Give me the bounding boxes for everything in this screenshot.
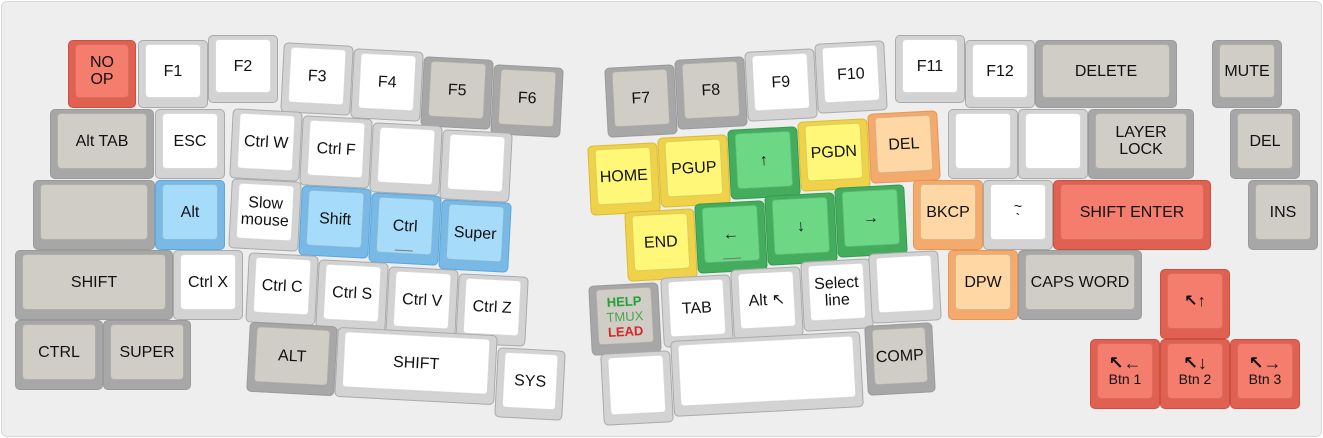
homing-bump (723, 257, 742, 260)
key-blank-5 (868, 250, 942, 324)
key-blank-2 (439, 129, 513, 203)
key-esc: ESC (155, 109, 225, 179)
key-alt-tab: Alt TAB (50, 109, 154, 179)
key-ctrl-c: Ctrl C (245, 252, 319, 326)
btn3-label: Btn 3 (1248, 371, 1282, 387)
key-f9: F9 (744, 48, 818, 122)
key-f4: F4 (350, 48, 424, 122)
key-ins: INS (1248, 180, 1318, 250)
key-ctrl-w: Ctrl W (229, 108, 303, 182)
key-f11: F11 (895, 35, 965, 103)
key-f10: F10 (814, 40, 888, 114)
key-caps-word: CAPS WORD (1018, 250, 1142, 320)
key-del-far: DEL (1230, 109, 1300, 179)
key-blank-4 (1018, 109, 1088, 179)
key-home: HOME (587, 142, 661, 216)
key-btn-3: ↖→ Btn 3 (1230, 339, 1300, 409)
key-no-op: NO OP (68, 40, 136, 108)
key-ctrl-mod: Ctrl (368, 192, 442, 266)
key-tilde: ~ ` (983, 180, 1053, 250)
mouse-down-icon: ↖↓ (1182, 353, 1208, 373)
key-f12: F12 (965, 40, 1035, 108)
key-sys: SYS (494, 347, 566, 421)
key-f3: F3 (280, 42, 354, 116)
key-pgdn: PGDN (797, 118, 871, 192)
key-super-mod: Super (438, 199, 512, 273)
mouse-left-icon: ↖← (1108, 353, 1142, 373)
key-space (670, 331, 864, 417)
key-shift-left: SHIFT (15, 250, 173, 320)
key-mute: MUTE (1212, 40, 1282, 108)
key-shift-thumb: SHIFT (334, 326, 498, 406)
key-super-left: SUPER (103, 320, 191, 390)
key-del: DEL (867, 110, 941, 184)
key-select-line: Select line (800, 258, 874, 332)
key-tab: TAB (660, 274, 734, 348)
key-slow-mouse: Slow mouse (228, 178, 302, 252)
keyboard-layout: NO OP F1 F2 F3 F4 F5 F6 Alt TAB ESC Ctrl… (1, 1, 1322, 437)
key-blank-thumb (600, 350, 674, 426)
key-ctrl-v: Ctrl V (385, 266, 459, 340)
key-alt-cursor: Alt ↖ (730, 266, 804, 340)
key-btn-1: ↖← Btn 1 (1090, 339, 1160, 409)
key-f5: F5 (420, 56, 494, 130)
key-mouse-up: ↖↑ (1160, 269, 1230, 339)
key-bkcp: BKCP (913, 180, 983, 250)
key-f2: F2 (208, 35, 278, 103)
key-pgup: PGUP (657, 134, 731, 208)
key-blank-1 (369, 122, 443, 196)
key-right: → (834, 184, 908, 258)
btn1-label: Btn 1 (1108, 371, 1142, 387)
key-alt: Alt (155, 180, 225, 250)
key-up: ↑ (727, 126, 801, 200)
key-delete: DELETE (1035, 40, 1177, 108)
key-ctrl-s: Ctrl S (315, 259, 389, 333)
key-ctrl-left: CTRL (15, 320, 103, 390)
key-end: END (624, 208, 698, 282)
key-down: ↓ (764, 192, 838, 266)
key-help-tmux-lead: HELP TMUX LEAD (588, 282, 662, 356)
key-blank-wide (33, 180, 155, 250)
key-ctrl-x: Ctrl X (173, 250, 243, 320)
key-alt-thumb: ALT (246, 321, 338, 397)
left-arrow-icon: ← (722, 225, 740, 243)
key-f7: F7 (604, 64, 678, 138)
key-left: ← (694, 200, 768, 274)
key-blank-3 (948, 109, 1018, 179)
btn2-label: Btn 2 (1178, 371, 1212, 387)
key-btn-2: ↖↓ Btn 2 (1160, 339, 1230, 409)
key-shift-enter: SHIFT ENTER (1053, 180, 1211, 250)
homing-bump (394, 249, 413, 252)
key-dpw: DPW (948, 250, 1018, 320)
lead-label: LEAD (607, 322, 644, 340)
key-comp: COMP (864, 322, 936, 396)
key-layer-lock: LAYER LOCK (1088, 109, 1194, 179)
key-f1: F1 (138, 40, 208, 108)
mouse-right-icon: ↖→ (1248, 353, 1282, 373)
key-shift-mod: Shift (298, 185, 372, 259)
key-f6: F6 (490, 64, 564, 138)
key-f8: F8 (674, 56, 748, 130)
key-ctrl-f: Ctrl F (299, 115, 373, 189)
ctrl-label: Ctrl (392, 216, 419, 236)
